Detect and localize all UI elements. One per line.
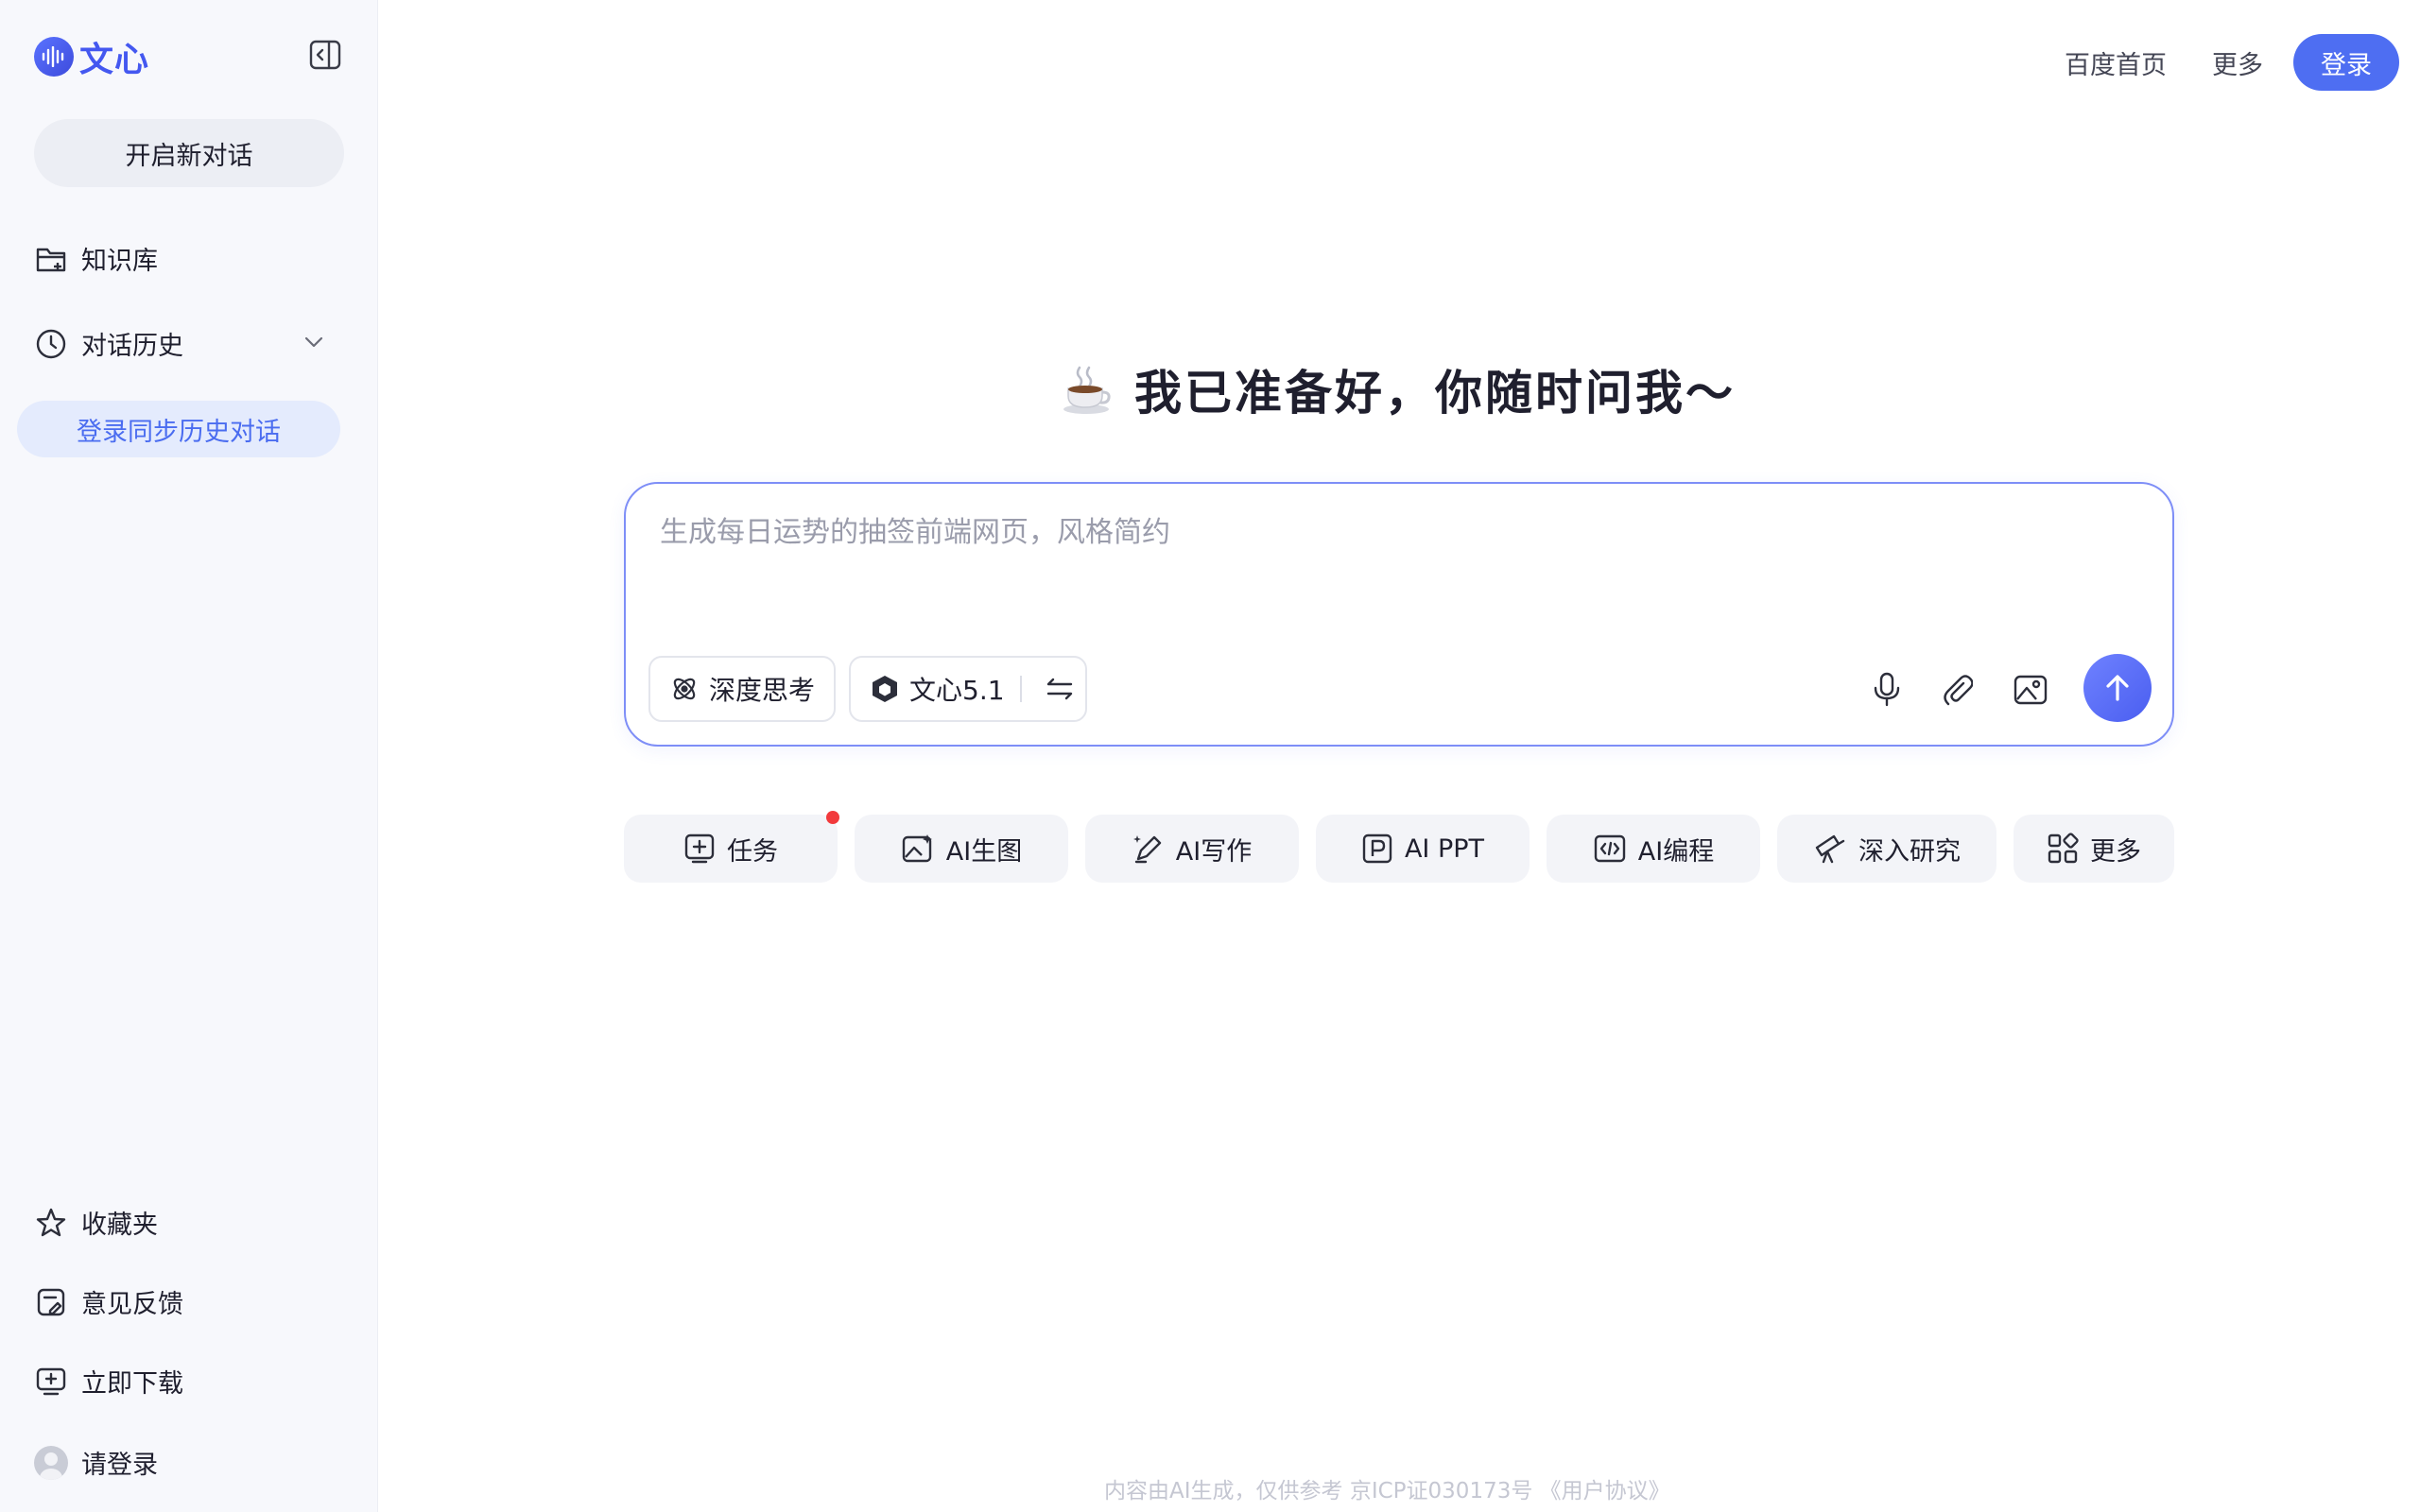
chat-input[interactable] — [660, 508, 2135, 612]
star-icon — [34, 1206, 68, 1240]
deep-think-label: 深度思考 — [709, 675, 816, 706]
baidu-home-link[interactable]: 百度首页 — [2065, 44, 2167, 81]
greeting: 我已准备好，你随时问我～ — [1059, 355, 1736, 423]
chip-ppt[interactable]: AI PPT — [1316, 815, 1530, 883]
chip-label: AI生图 — [945, 836, 1023, 867]
atom-icon — [669, 674, 700, 704]
grid-icon — [2047, 833, 2079, 865]
cube-icon — [870, 674, 900, 704]
microphone-icon[interactable] — [1866, 669, 1908, 711]
logo-wave-icon — [34, 37, 74, 77]
sidebar-item-label: 收藏夹 — [81, 1211, 158, 1240]
collapse-sidebar-icon[interactable] — [306, 36, 344, 74]
sidebar: 文心 开启新对话 知识库 对话历史 登录同步历史对话 收藏夹 意见反馈 立即下载… — [0, 0, 378, 1512]
logo-text: 文心 — [79, 41, 150, 79]
chip-coding[interactable]: AI编程 — [1547, 815, 1760, 883]
greeting-text: 我已准备好，你随时问我～ — [1134, 366, 1736, 421]
avatar-icon — [34, 1445, 68, 1480]
avatar — [34, 1445, 68, 1480]
sidebar-item-label: 知识库 — [81, 247, 158, 276]
model-label: 文心5.1 — [909, 675, 1005, 706]
header-links: 百度首页 更多 登录 — [2065, 34, 2399, 91]
footer-disclaimer: 内容由AI生成，仅供参考 京ICP证030173号 《用户协议》 — [1104, 1479, 1670, 1503]
arrow-up-icon — [2101, 672, 2134, 704]
chip-label: AI编程 — [1637, 836, 1715, 867]
logo[interactable]: 文心 — [34, 32, 149, 81]
chip-label: AI PPT — [1404, 833, 1485, 864]
sidebar-item-label: 对话历史 — [81, 332, 183, 361]
chip-research[interactable]: 深入研究 — [1777, 815, 1996, 883]
chat-input-box: 深度思考 文心5.1 — [624, 482, 2174, 747]
pen-icon — [1132, 833, 1165, 865]
new-chat-button[interactable]: 开启新对话 — [34, 119, 344, 187]
telescope-icon — [1813, 833, 1847, 865]
login-button[interactable]: 登录 — [2293, 34, 2399, 91]
swap-icon[interactable] — [1041, 670, 1079, 708]
chevron-down-icon[interactable] — [299, 327, 329, 357]
feedback-icon — [34, 1285, 68, 1319]
chip-label: 更多 — [2090, 836, 2141, 867]
more-link[interactable]: 更多 — [2212, 44, 2263, 81]
chip-image-gen[interactable]: AI生图 — [855, 815, 1068, 883]
paperclip-icon[interactable] — [1936, 669, 1978, 711]
deep-think-toggle[interactable]: 深度思考 — [648, 656, 836, 722]
chip-label: 深入研究 — [1858, 836, 1961, 867]
sidebar-item-download[interactable]: 立即下载 — [34, 1363, 183, 1400]
sidebar-item-login[interactable]: 请登录 — [34, 1444, 158, 1481]
send-button[interactable] — [2083, 654, 2152, 722]
sidebar-item-favorites[interactable]: 收藏夹 — [34, 1204, 158, 1241]
sidebar-item-label: 意见反馈 — [81, 1290, 183, 1319]
chip-more[interactable]: 更多 — [2014, 815, 2174, 883]
ppt-icon — [1361, 833, 1393, 865]
image-upload-icon[interactable] — [2010, 669, 2051, 711]
coffee-cup-icon — [1059, 362, 1114, 417]
sidebar-item-label: 请登录 — [81, 1451, 158, 1480]
folder-icon — [34, 242, 68, 276]
feature-chips: 任务 AI生图 AI写作 AI PPT AI编程 深入研究 更多 — [624, 811, 2174, 883]
image-gen-icon — [901, 833, 935, 865]
chip-task[interactable]: 任务 — [624, 811, 839, 883]
notification-dot — [826, 811, 839, 824]
code-icon — [1593, 833, 1627, 865]
model-selector[interactable]: 文心5.1 — [849, 656, 1087, 722]
login-sync-history-button[interactable]: 登录同步历史对话 — [17, 401, 340, 457]
task-icon — [683, 833, 716, 865]
sidebar-item-feedback[interactable]: 意见反馈 — [34, 1283, 183, 1320]
sidebar-item-knowledge[interactable]: 知识库 — [34, 240, 158, 277]
chip-writing[interactable]: AI写作 — [1085, 815, 1299, 883]
chip-label: AI写作 — [1175, 836, 1253, 867]
chip-label: 任务 — [727, 836, 778, 867]
divider — [1019, 676, 1022, 702]
sidebar-item-history[interactable]: 对话历史 — [34, 325, 183, 362]
clock-icon — [34, 327, 68, 361]
sidebar-item-label: 立即下载 — [81, 1369, 183, 1399]
download-monitor-icon — [34, 1365, 68, 1399]
